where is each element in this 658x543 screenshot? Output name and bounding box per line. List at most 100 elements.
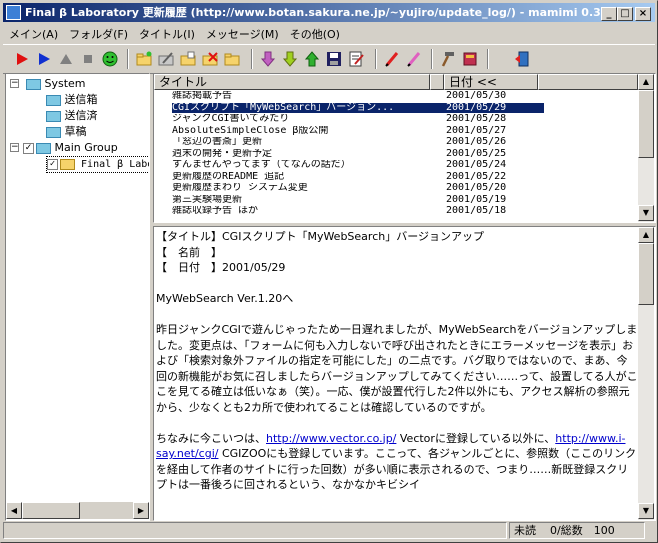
menu-folder[interactable]: フォルダ(F) — [63, 24, 133, 42]
tree-item-final-beta[interactable]: ✓ Final β Laboratory — [46, 156, 149, 173]
scroll-down-icon[interactable]: ▼ — [638, 205, 654, 221]
header-title: 【タイトル】CGIスクリプト「MyWebSearch」バージョンアップ — [156, 230, 485, 243]
row-title: CGIスクリプト「MyWebSearch」バージョン... — [172, 102, 446, 113]
menu-title[interactable]: タイトル(I) — [133, 24, 200, 42]
version-line: MyWebSearch Ver.1.20へ — [156, 292, 294, 305]
header-name: 【 名前 】 — [156, 245, 222, 259]
scroll-thumb[interactable] — [22, 502, 80, 519]
folder-tree: − System 送信箱 送信済 草稿 − ✓ Main Group ✓ Fin… — [5, 73, 150, 521]
message-row[interactable]: すんませんやってます（てなんの話だ） 2001/05/24 — [154, 160, 638, 170]
feed-checkbox[interactable]: ✓ — [47, 158, 58, 170]
window-title: Final β Laboratory 更新履歴 (http://www.bota… — [25, 6, 617, 19]
maximize-button[interactable]: □ — [617, 7, 633, 21]
play-red-icon[interactable] — [13, 50, 31, 68]
tree-item-sent[interactable]: 送信済 — [46, 108, 98, 123]
message-body: 【タイトル】CGIスクリプト「MyWebSearch」バージョンアップ 【 名前… — [156, 229, 638, 493]
tree-hscrollbar[interactable]: ◀ ▶ — [6, 502, 149, 519]
edit-page-icon[interactable] — [347, 50, 365, 68]
toolbar — [3, 44, 655, 74]
row-date: 2001/05/18 — [446, 205, 507, 216]
stop-icon[interactable] — [79, 50, 97, 68]
scroll-down-icon[interactable]: ▼ — [638, 503, 654, 519]
message-row[interactable]: 更新履歴まわり システム変更 2001/05/20 — [154, 183, 638, 193]
column-filler — [538, 74, 638, 90]
group-checkbox[interactable]: ✓ — [23, 142, 34, 154]
status-main — [3, 522, 507, 539]
folder-icon — [60, 158, 75, 170]
minimize-button[interactable]: _ — [601, 7, 617, 21]
scroll-thumb[interactable] — [638, 90, 654, 158]
message-viewer: 【タイトル】CGIスクリプト「MyWebSearch」バージョンアップ 【 名前… — [153, 226, 656, 521]
close-button[interactable]: × — [635, 7, 651, 21]
message-row[interactable]: 更新履歴のREADME 追記 2001/05/22 — [154, 171, 638, 182]
message-row[interactable]: AbsoluteSimpleClose β版公開 2001/05/27 — [154, 124, 638, 136]
scroll-up-icon[interactable]: ▲ — [638, 74, 654, 90]
menu-other[interactable]: その他(O) — [284, 24, 345, 42]
smile-icon[interactable] — [101, 50, 119, 68]
tree-item-drafts[interactable]: 草稿 — [46, 124, 87, 139]
collapse-system-icon[interactable]: − — [10, 79, 19, 88]
list-vscrollbar[interactable]: ▲ ▼ — [638, 74, 654, 222]
folder-icon — [46, 126, 61, 138]
collapse-group-icon[interactable]: − — [10, 143, 19, 152]
column-date[interactable]: 日付 << — [444, 74, 538, 90]
folder-icon — [46, 110, 61, 122]
row-title: AbsoluteSimpleClose β版公開 — [172, 125, 329, 136]
row-title: 雑誌掲載予告 — [172, 91, 232, 101]
scroll-right-icon[interactable]: ▶ — [133, 502, 149, 519]
tree-item-outbox[interactable]: 送信箱 — [46, 92, 98, 107]
down-arrow-green-icon[interactable] — [281, 50, 299, 68]
folder-open-icon[interactable] — [179, 50, 197, 68]
vector-link[interactable]: http://www.vector.co.jp/ — [266, 432, 396, 445]
hammer-icon[interactable] — [439, 50, 457, 68]
message-row[interactable]: 雑誌掲載予告 2001/05/30 — [154, 91, 638, 101]
message-row[interactable]: 週末の開発・更新予定 2001/05/25 — [154, 147, 638, 159]
tree-item-system[interactable]: System — [26, 76, 86, 91]
row-date: 2001/05/30 — [446, 90, 507, 101]
menu-main[interactable]: メイン(A) — [3, 24, 63, 42]
menu-message[interactable]: メッセージ(M) — [200, 24, 284, 42]
scroll-thumb[interactable] — [638, 243, 654, 305]
status-count: 未読 0/総数 100 — [509, 522, 645, 539]
folder-icon — [46, 94, 61, 106]
tree-item-main-group[interactable]: ✓ Main Group — [23, 140, 118, 155]
row-title: 週末の開発・更新予定 — [172, 148, 272, 159]
row-title: 「窓辺の書斎」更新 — [172, 137, 262, 147]
row-title: ジャンクCGI書いてみたり — [172, 114, 290, 124]
message-row[interactable]: 雑誌収録予告 ほか 2001/05/18 — [154, 206, 638, 216]
down-arrow-purple-icon[interactable] — [259, 50, 277, 68]
pencil-red-icon[interactable] — [383, 50, 401, 68]
exit-door-icon[interactable] — [513, 50, 531, 68]
folder-edit-icon[interactable] — [157, 50, 175, 68]
scroll-up-icon[interactable]: ▲ — [638, 227, 654, 243]
message-row[interactable]: 「窓辺の書斎」更新 2001/05/26 — [154, 137, 638, 147]
folder-icon — [36, 142, 51, 154]
up-arrow-green-icon[interactable] — [303, 50, 321, 68]
scroll-left-icon[interactable]: ◀ — [6, 502, 22, 519]
paragraph-1: 昨日ジャンクCGIで遊んじゃったため一日遅れましたが、MyWebSearchをバ… — [156, 323, 638, 414]
row-date: 2001/05/26 — [446, 136, 507, 147]
row-date: 2001/05/20 — [446, 182, 507, 193]
row-date: 2001/05/29 — [446, 102, 544, 113]
up-triangle-icon[interactable] — [57, 50, 75, 68]
message-list: タイトル 日付 << 雑誌掲載予告 2001/05/30 CGIスクリプト「MyWe… — [153, 73, 656, 223]
viewer-vscrollbar[interactable]: ▲ ▼ — [638, 227, 654, 520]
column-title[interactable]: タイトル — [154, 74, 430, 90]
app-icon — [6, 5, 21, 20]
folder-delete-icon[interactable] — [201, 50, 219, 68]
row-date: 2001/05/25 — [446, 147, 507, 159]
column-mark[interactable] — [430, 74, 444, 90]
message-row[interactable]: ジャンクCGI書いてみたり 2001/05/28 — [154, 114, 638, 124]
row-date: 2001/05/27 — [446, 124, 507, 136]
folder-new-icon[interactable] — [135, 50, 153, 68]
title-bar[interactable]: Final β Laboratory 更新履歴 (http://www.bota… — [3, 3, 655, 22]
row-date: 2001/05/28 — [446, 113, 507, 124]
book-icon[interactable] — [461, 50, 479, 68]
folder-icon — [26, 78, 41, 90]
folder-icon[interactable] — [223, 50, 241, 68]
message-row[interactable]: CGIスクリプト「MyWebSearch」バージョン... 2001/05/29 — [154, 102, 638, 113]
message-row[interactable]: 第三実験場更新 2001/05/19 — [154, 194, 638, 205]
pencil-pink-icon[interactable] — [405, 50, 423, 68]
save-disk-icon[interactable] — [325, 50, 343, 68]
play-blue-icon[interactable] — [35, 50, 53, 68]
